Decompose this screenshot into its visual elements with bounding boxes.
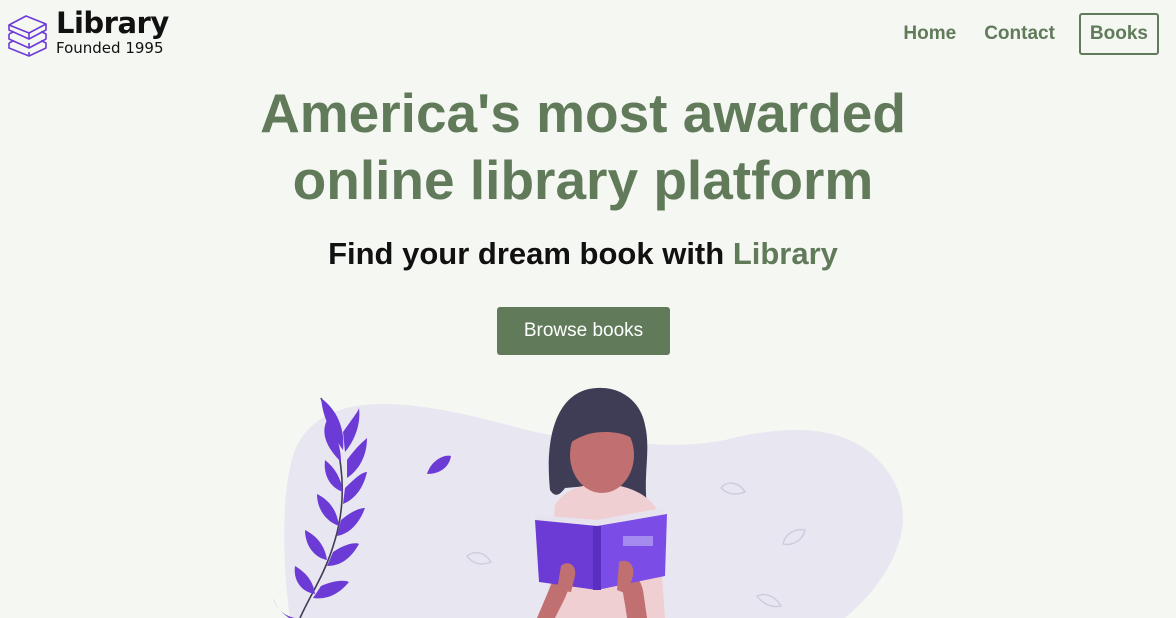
page: Library Founded 1995 Home Contact Books … <box>0 0 1176 618</box>
books-stack-icon <box>8 15 47 57</box>
hero-subtitle: Find your dream book with Library <box>0 236 1166 272</box>
logo-title: Library <box>56 6 169 40</box>
woman-reading-book-illustration <box>273 387 903 618</box>
logo-subtitle: Founded 1995 <box>56 39 164 57</box>
hero-title-line1: America's most awarded <box>260 82 906 144</box>
browse-books-button[interactable]: Browse books <box>497 307 670 355</box>
nav-books-button[interactable]: Books <box>1078 13 1159 55</box>
nav-contact-link[interactable]: Contact <box>970 13 1069 55</box>
hero-subtitle-accent: Library <box>732 236 838 271</box>
hero-title: America's most awarded online library pl… <box>0 80 1166 214</box>
nav-home-link[interactable]: Home <box>889 13 970 55</box>
site-logo[interactable]: Library Founded 1995 <box>6 8 169 57</box>
logo-text: Library Founded 1995 <box>56 8 169 57</box>
hero-subtitle-text: Find your dream book with <box>328 236 733 271</box>
hero-title-line2: online library platform <box>292 149 874 211</box>
main-nav: Home Contact Books <box>889 13 1159 55</box>
